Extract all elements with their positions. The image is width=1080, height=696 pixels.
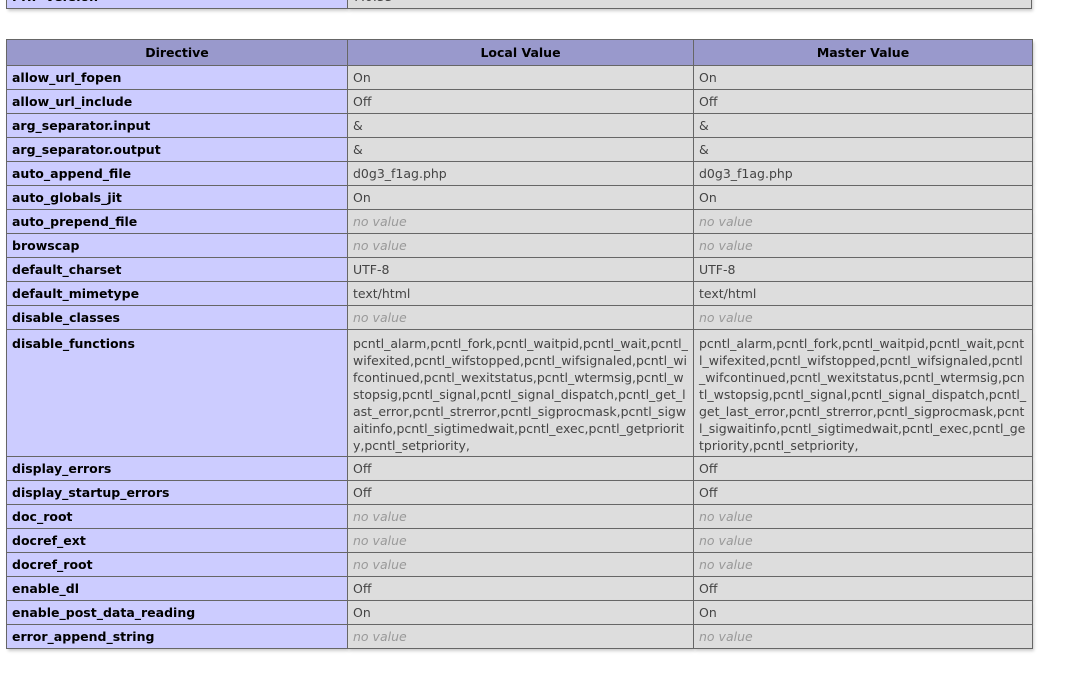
directive-name: display_errors [6, 456, 348, 481]
local-value: d0g3_f1ag.php [347, 161, 694, 186]
table-row: allow_url_include Off Off [6, 89, 1033, 114]
local-value: & [347, 137, 694, 162]
php-version-table: PHP Version 7.0.33 [6, 0, 1032, 9]
directive-name: docref_root [6, 552, 348, 577]
master-value: Off [693, 456, 1033, 481]
header-local-value: Local Value [347, 39, 694, 66]
table-row: arg_separator.output & & [6, 137, 1033, 162]
master-value: & [693, 137, 1033, 162]
local-value: no value [347, 624, 694, 649]
table-row: docref_ext no value no value [6, 528, 1033, 553]
local-value: no value [347, 305, 694, 330]
directive-name: browscap [6, 233, 348, 258]
master-value: On [693, 65, 1033, 90]
directives-body: allow_url_fopen On On allow_url_include Off O… [6, 65, 1033, 649]
local-value: no value [347, 552, 694, 577]
master-value: pcntl_alarm,pcntl_fork,pcntl_waitpid,pcn… [693, 329, 1033, 457]
local-value: & [347, 113, 694, 138]
directive-name: auto_append_file [6, 161, 348, 186]
directive-name: arg_separator.input [6, 113, 348, 138]
directive-name: docref_ext [6, 528, 348, 553]
php-version-value: 7.0.33 [347, 0, 1032, 9]
local-value: On [347, 65, 694, 90]
master-value: UTF-8 [693, 257, 1033, 282]
directives-table: Directive Local Value Master Value allow… [6, 39, 1033, 649]
directive-name: auto_prepend_file [6, 209, 348, 234]
master-value: no value [693, 528, 1033, 553]
local-value: no value [347, 528, 694, 553]
master-value: On [693, 600, 1033, 625]
local-value: pcntl_alarm,pcntl_fork,pcntl_waitpid,pcn… [347, 329, 694, 457]
master-value: d0g3_f1ag.php [693, 161, 1033, 186]
master-value: no value [693, 624, 1033, 649]
table-row: auto_globals_jit On On [6, 185, 1033, 210]
table-row: enable_post_data_reading On On [6, 600, 1033, 625]
directive-name: enable_dl [6, 576, 348, 601]
master-value: Off [693, 480, 1033, 505]
table-row: arg_separator.input & & [6, 113, 1033, 138]
table-row: disable_functions pcntl_alarm,pcntl_fork,… [6, 329, 1033, 457]
master-value: no value [693, 209, 1033, 234]
table-row: docref_root no value no value [6, 552, 1033, 577]
directive-name: auto_globals_jit [6, 185, 348, 210]
directive-name: error_append_string [6, 624, 348, 649]
directive-name: disable_functions [6, 329, 348, 457]
master-value: & [693, 113, 1033, 138]
php-version-row: PHP Version 7.0.33 [6, 0, 1032, 9]
table-row: auto_prepend_file no value no value [6, 209, 1033, 234]
directives-header-row: Directive Local Value Master Value [6, 39, 1033, 66]
master-value: text/html [693, 281, 1033, 306]
local-value: Off [347, 480, 694, 505]
master-value: no value [693, 233, 1033, 258]
local-value: On [347, 185, 694, 210]
directive-name: enable_post_data_reading [6, 600, 348, 625]
local-value: no value [347, 209, 694, 234]
directive-name: doc_root [6, 504, 348, 529]
table-row: browscap no value no value [6, 233, 1033, 258]
local-value: On [347, 600, 694, 625]
local-value: Off [347, 456, 694, 481]
header-master-value: Master Value [693, 39, 1033, 66]
table-row: disable_classes no value no value [6, 305, 1033, 330]
directive-name: allow_url_fopen [6, 65, 348, 90]
table-row: default_charset UTF-8 UTF-8 [6, 257, 1033, 282]
directive-name: default_mimetype [6, 281, 348, 306]
table-row: display_errors Off Off [6, 456, 1033, 481]
table-row: display_startup_errors Off Off [6, 480, 1033, 505]
local-value: UTF-8 [347, 257, 694, 282]
directive-name: disable_classes [6, 305, 348, 330]
local-value: no value [347, 233, 694, 258]
master-value: no value [693, 504, 1033, 529]
master-value: Off [693, 89, 1033, 114]
local-value: no value [347, 504, 694, 529]
directive-name: display_startup_errors [6, 480, 348, 505]
directive-name: arg_separator.output [6, 137, 348, 162]
directive-name: default_charset [6, 257, 348, 282]
table-row: default_mimetype text/html text/html [6, 281, 1033, 306]
local-value: Off [347, 89, 694, 114]
table-row: enable_dl Off Off [6, 576, 1033, 601]
table-row: error_append_string no value no value [6, 624, 1033, 649]
table-row: doc_root no value no value [6, 504, 1033, 529]
phpinfo-page: PHP Version 7.0.33 Directive Local Value… [6, 0, 1033, 649]
master-value: On [693, 185, 1033, 210]
header-directive: Directive [6, 39, 348, 66]
local-value: text/html [347, 281, 694, 306]
local-value: Off [347, 576, 694, 601]
master-value: no value [693, 552, 1033, 577]
table-row: allow_url_fopen On On [6, 65, 1033, 90]
table-row: auto_append_file d0g3_f1ag.php d0g3_f1ag.p… [6, 161, 1033, 186]
master-value: no value [693, 305, 1033, 330]
directive-name: allow_url_include [6, 89, 348, 114]
php-version-label: PHP Version [6, 0, 348, 9]
master-value: Off [693, 576, 1033, 601]
